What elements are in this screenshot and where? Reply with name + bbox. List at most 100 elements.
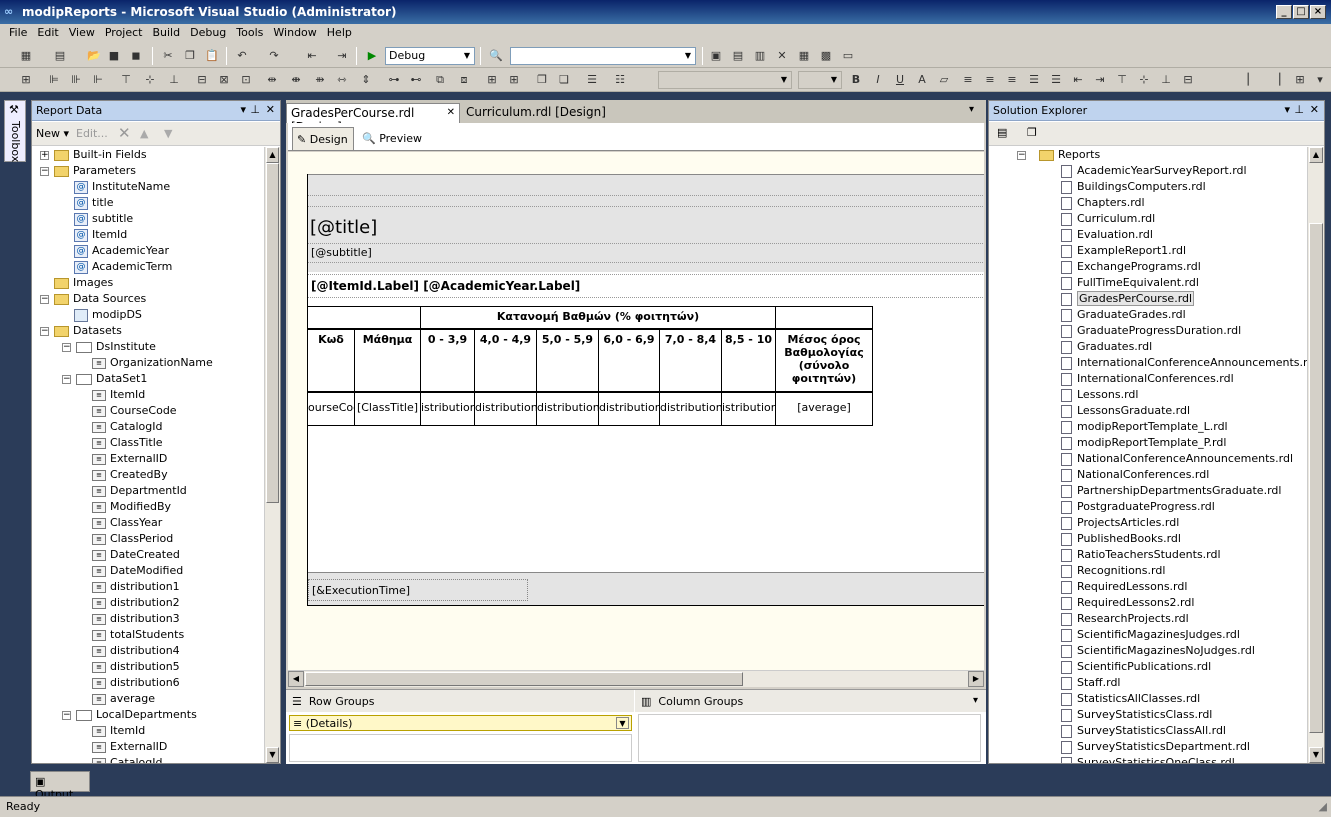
align-tops-icon[interactable]: ⊤ [118, 72, 134, 88]
report-file-item[interactable]: GraduateProgressDuration.rdl [1061, 323, 1241, 339]
report-data-node[interactable]: ≡ distribution4 [92, 643, 180, 659]
column-groups-list[interactable] [638, 714, 981, 762]
report-data-node[interactable]: @ ItemId [74, 227, 127, 243]
menu-build[interactable]: Build [147, 24, 185, 41]
detail-cell-3[interactable]: distribution2 [474, 392, 537, 426]
decrease-indent-icon[interactable]: ⇤ [1070, 72, 1086, 88]
report-data-node[interactable]: ≡ ItemId [92, 387, 145, 403]
design-horizontal-scrollbar[interactable]: ◀ ▶ [288, 670, 984, 687]
report-data-node[interactable]: − DsInstitute [62, 339, 156, 355]
undo-icon[interactable]: ↶ [234, 48, 250, 64]
report-file-item[interactable]: PostgraduateProgress.rdl [1061, 499, 1215, 515]
column-header-7[interactable]: 8,5 - 10 [721, 328, 776, 392]
solution-configuration-select[interactable]: Debug ▼ [385, 47, 475, 65]
report-file-item[interactable]: PublishedBooks.rdl [1061, 531, 1181, 547]
report-data-node[interactable]: ≡ CatalogId [92, 755, 162, 763]
subtitle-textbox[interactable]: [@subtitle] [311, 246, 372, 259]
grouping-options-icon[interactable]: ▾ [973, 695, 978, 706]
column-header-5[interactable]: 6,0 - 6,9 [598, 328, 660, 392]
column-header-4[interactable]: 5,0 - 5,9 [536, 328, 599, 392]
report-file-item[interactable]: modipReportTemplate_P.rdl [1061, 435, 1226, 451]
report-data-node[interactable]: @ AcademicYear [74, 243, 169, 259]
report-data-node[interactable]: ≡ CreatedBy [92, 467, 168, 483]
report-data-node[interactable]: ≡ ClassPeriod [92, 531, 173, 547]
report-file-item[interactable]: Chapters.rdl [1061, 195, 1145, 211]
details-group-dropdown-icon[interactable]: ▼ [616, 717, 629, 729]
report-data-node[interactable]: ≡ distribution3 [92, 611, 180, 627]
new-project-icon[interactable]: ▦ [18, 48, 34, 64]
grades-tablix[interactable]: Κατανομή Βαθμών (% φοιτητών) Κωδ Μάθημα 0 -… [308, 306, 874, 428]
column-header-2[interactable]: 0 - 3,9 [420, 328, 475, 392]
grid-icon[interactable]: ⊞ [484, 72, 500, 88]
report-file-item[interactable]: modipReportTemplate_L.rdl [1061, 419, 1228, 435]
tab-list-icon[interactable]: ▾ [969, 104, 974, 115]
lock-controls-icon[interactable]: ☷ [612, 72, 628, 88]
close-tab-icon[interactable]: ✕ [447, 107, 455, 118]
scroll-up-arrow[interactable]: ▲ [266, 147, 279, 163]
collapse-icon[interactable]: − [40, 167, 49, 176]
report-file-item[interactable]: SurveyStatisticsOneClass.rdl [1061, 755, 1235, 763]
report-file-item[interactable]: ScientificPublications.rdl [1061, 659, 1211, 675]
report-file-item[interactable]: ProjectsArticles.rdl [1061, 515, 1179, 531]
scroll-thumb[interactable] [266, 163, 279, 503]
ungroup-icon[interactable]: ❏ [556, 72, 572, 88]
make-same-size-icon[interactable]: ⊡ [238, 72, 254, 88]
align-to-grid-icon[interactable]: ⊞ [18, 72, 34, 88]
report-data-node[interactable]: ≡ OrganizationName [92, 355, 213, 371]
open-icon[interactable]: 📂 [86, 48, 102, 64]
report-data-node[interactable]: ≡ CatalogId [92, 419, 162, 435]
menu-tools[interactable]: Tools [231, 24, 268, 41]
edit-button[interactable]: Edit... [76, 127, 108, 140]
close-icon[interactable]: ✕ [266, 103, 275, 116]
report-file-item[interactable]: SurveyStatisticsClass.rdl [1061, 707, 1212, 723]
snap-icon[interactable]: ⊞ [506, 72, 522, 88]
details-group[interactable]: ≡ (Details) ▼ [289, 715, 632, 731]
collapse-icon[interactable]: − [62, 711, 71, 720]
avg-header-top-cell[interactable] [775, 306, 873, 330]
design-tab[interactable]: ✎ Design [292, 127, 354, 150]
remove-spacing-icon[interactable]: ⇿ [334, 72, 350, 88]
horizontal-spacing-icon[interactable]: ⇹ [264, 72, 280, 88]
report-data-node[interactable]: ≡ DateModified [92, 563, 183, 579]
report-file-item[interactable]: Graduates.rdl [1061, 339, 1152, 355]
align-bottoms-icon[interactable]: ⊥ [166, 72, 182, 88]
report-file-item[interactable]: InternationalConferences.rdl [1061, 371, 1234, 387]
report-file-item[interactable]: ScientificMagazinesJudges.rdl [1061, 627, 1240, 643]
report-file-item[interactable]: ExampleReport1.rdl [1061, 243, 1186, 259]
toolbar-options-icon[interactable]: ▾ [1312, 72, 1328, 88]
report-data-node[interactable]: ≡ CourseCode [92, 403, 177, 419]
report-file-item[interactable]: Curriculum.rdl [1061, 211, 1155, 227]
report-data-node[interactable]: ≡ average [92, 691, 155, 707]
add-item-icon[interactable]: ▤ [52, 48, 68, 64]
navigate-back-icon[interactable]: ⇤ [304, 48, 320, 64]
report-data-node[interactable]: ≡ distribution2 [92, 595, 180, 611]
collapse-icon[interactable]: − [62, 375, 71, 384]
report-data-node[interactable]: @ subtitle [74, 211, 133, 227]
navigate-forward-icon[interactable]: ⇥ [334, 48, 350, 64]
save-icon[interactable]: ■ [106, 48, 122, 64]
increase-spacing-icon[interactable]: ⇼ [288, 72, 304, 88]
output-tab[interactable]: ▣ Output [30, 771, 90, 801]
cut-icon[interactable]: ✂ [160, 48, 176, 64]
scroll-left-arrow[interactable]: ◀ [288, 671, 304, 687]
menu-debug[interactable]: Debug [185, 24, 231, 41]
report-data-node[interactable]: ≡ totalStudents [92, 627, 184, 643]
maximize-button[interactable]: □ [1293, 5, 1309, 19]
menu-window[interactable]: Window [268, 24, 321, 41]
toolbox-tab[interactable]: ⚒ Toolbox [4, 100, 26, 162]
collapse-icon[interactable]: − [40, 295, 49, 304]
decrease-spacing-icon[interactable]: ⇻ [312, 72, 328, 88]
report-data-node[interactable]: − DataSet1 [62, 371, 147, 387]
dropdown-icon[interactable]: ▾ [1284, 103, 1290, 116]
column-header-3[interactable]: 4,0 - 4,9 [474, 328, 537, 392]
italic-icon[interactable]: I [870, 72, 886, 88]
tab-curriculum[interactable]: Curriculum.rdl [Design] [462, 103, 632, 123]
report-file-item[interactable]: ResearchProjects.rdl [1061, 611, 1189, 627]
toolbox-icon[interactable]: ✕ [774, 48, 790, 64]
dropdown-icon[interactable]: ▾ [240, 103, 246, 116]
execution-time-textbox[interactable]: [&ExecutionTime] [308, 579, 528, 601]
report-file-item[interactable]: AcademicYearSurveyReport.rdl [1061, 163, 1247, 179]
window-title-bar[interactable]: ∞ modipReports - Microsoft Visual Studio… [0, 0, 1331, 24]
detail-cell-5[interactable]: distribution4 [598, 392, 660, 426]
start-debugging-icon[interactable]: ▶ [364, 48, 380, 64]
